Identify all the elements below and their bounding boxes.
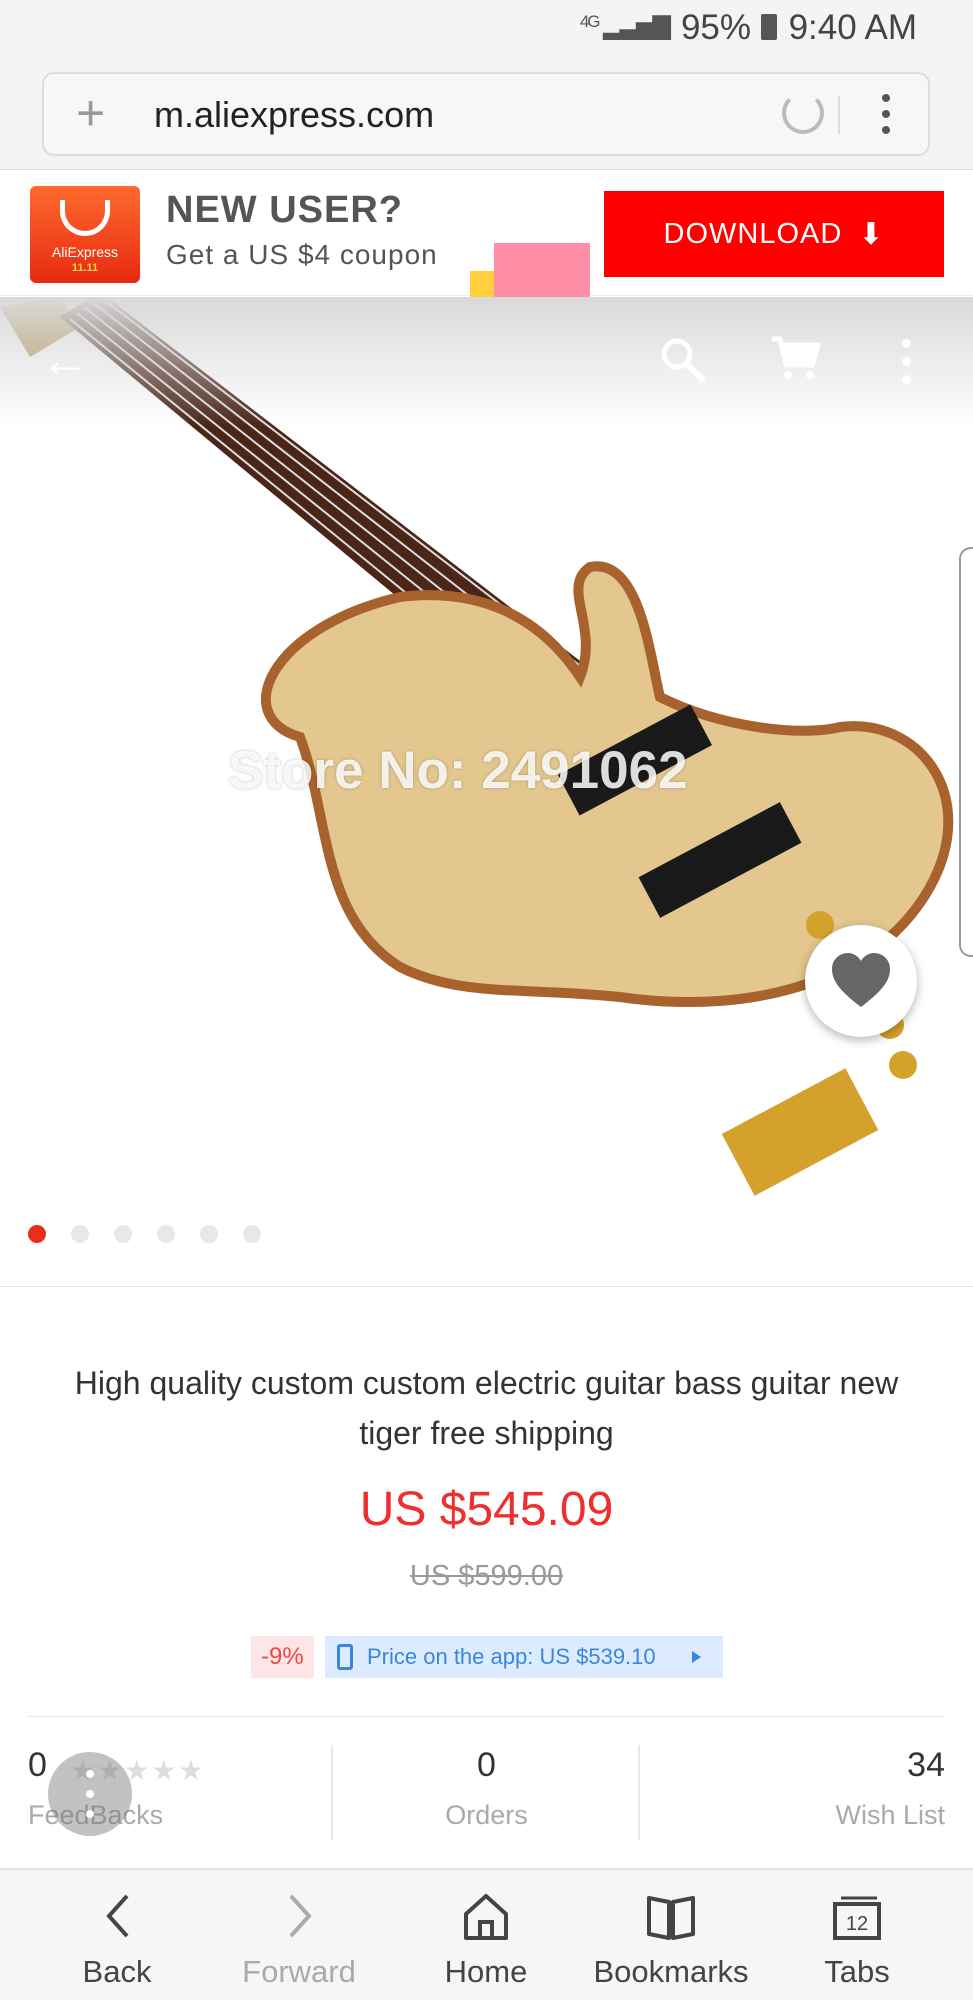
divider [638,1745,640,1840]
download-label: DOWNLOAD [663,217,843,250]
aliexpress-logo: AliExpress 11.11 [30,186,140,283]
carousel-dot[interactable] [71,1225,89,1243]
divider [28,1716,945,1717]
heart-icon [832,953,890,1007]
browser-toolbar: + m.aliexpress.com [0,58,973,170]
carousel-dot[interactable] [200,1225,218,1243]
divider [838,96,840,134]
promo-subline: Get a US $4 coupon [166,239,438,270]
new-tab-icon[interactable]: + [76,86,105,140]
back-label: Back [82,1954,152,1989]
discount-badge: -9% [251,1636,314,1678]
browser-bottom-nav: Back Forward Home Bookmarks 12 Tabs [0,1868,973,2000]
app-price-text: Price on the app: US $539.10 [367,1644,656,1669]
search-icon[interactable] [658,335,706,383]
carousel-dot[interactable] [114,1225,132,1243]
product-price: US $545.09 [359,1483,614,1536]
network-type: 4G [579,12,601,31]
home-button[interactable]: Home [389,1870,583,2002]
new-user-banner[interactable]: AliExpress 11.11 NEW USER? Get a US $4 c… [0,171,973,297]
logo-text: AliExpress [51,244,119,260]
carousel-dot[interactable] [243,1225,261,1243]
wishlist-button[interactable] [805,925,917,1037]
carousel-dot[interactable] [28,1225,46,1243]
browser-menu-icon[interactable] [882,94,890,142]
tabs-count: 12 [846,1913,868,1935]
back-button[interactable]: Back [20,1870,214,2002]
signal-icon: 4G ▂▃▅▇ [579,12,671,40]
chevron-left-icon [106,1894,129,1938]
carousel-indicator [28,1225,286,1243]
bookmarks-label: Bookmarks [593,1954,749,1989]
download-arrow-icon: ⬇ [858,217,885,251]
floating-menu-button[interactable] [48,1752,132,1836]
carousel-dot[interactable] [157,1225,175,1243]
back-arrow-icon[interactable]: ← [40,331,90,389]
product-image-carousel[interactable]: Store No: 2491062 ← [0,297,973,1287]
orders-label: Orders [445,1800,528,1830]
app-price-banner[interactable]: Price on the app: US $539.10 [325,1636,723,1678]
wishlist-label[interactable]: Wish List [835,1800,945,1831]
cart-icon[interactable] [770,335,820,381]
top-shade [0,297,973,427]
clock: 9:40 AM [788,8,917,47]
battery-percent: 95% [680,8,751,47]
forward-label: Forward [242,1954,356,1989]
chevron-right-icon [289,1894,312,1938]
bookmarks-icon [647,1896,695,1940]
store-watermark: Store No: 2491062 [228,741,688,800]
side-panel-handle[interactable] [959,547,973,957]
chevron-right-icon [692,1651,701,1663]
orders-count: 0 [477,1746,496,1784]
address-bar[interactable]: + m.aliexpress.com [42,72,930,156]
logo-subtext: 11.11 [71,262,99,274]
tabs-icon: 12 [833,1896,881,1940]
wishlist-count[interactable]: 34 [907,1746,945,1785]
home-label: Home [444,1954,528,1989]
tabs-button[interactable]: 12 Tabs [760,1870,954,2002]
bookmarks-button[interactable]: Bookmarks [574,1870,768,2002]
shopping-bag-icon [60,200,110,236]
battery-icon [761,14,777,40]
more-options-icon[interactable] [902,339,912,393]
product-title: High quality custom custom electric guit… [74,1365,899,1451]
tabs-label: Tabs [824,1954,890,1989]
promo-headline: NEW USER? [166,189,403,231]
gift-box-icon [494,243,590,297]
forward-button[interactable]: Forward [202,1870,396,2002]
original-price: US $599.00 [409,1560,564,1592]
home-icon [464,1894,508,1940]
reload-icon[interactable] [782,92,824,134]
divider [0,1286,973,1287]
url-text[interactable]: m.aliexpress.com [154,94,434,136]
phone-icon [337,1644,353,1670]
download-button[interactable]: DOWNLOAD ⬇ [604,191,944,277]
status-bar: 4G ▂▃▅▇ 95% 9:40 AM [0,0,973,58]
